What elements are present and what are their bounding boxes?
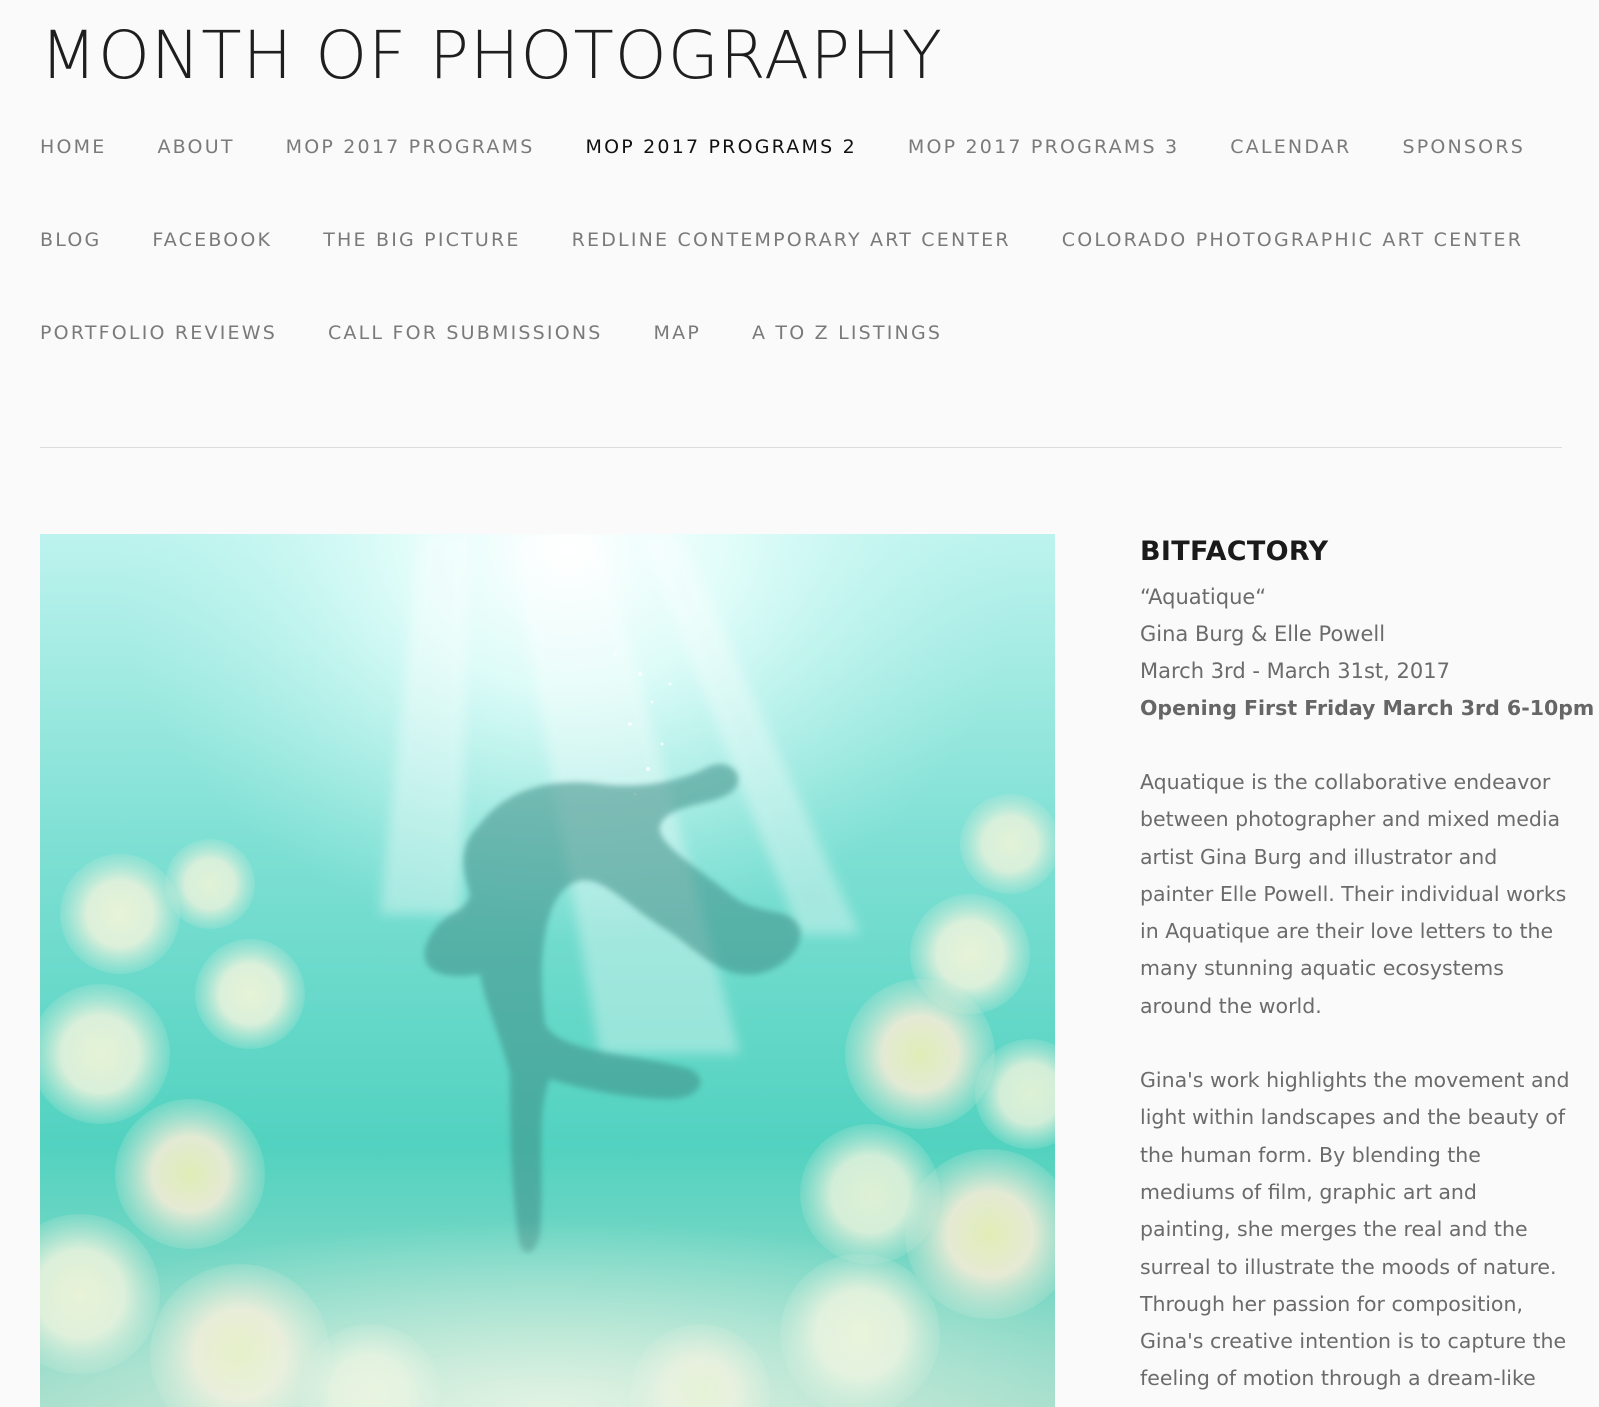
nav-link-sponsors[interactable]: SPONSORS: [1402, 136, 1525, 158]
header-divider: [40, 447, 1562, 448]
nav-link-about[interactable]: ABOUT: [157, 136, 234, 158]
nav-link-home[interactable]: HOME: [40, 136, 106, 158]
event-details: BITFACTORY “Aquatique“ Gina Burg & Elle …: [1140, 533, 1595, 1398]
nav-link-facebook[interactable]: FACEBOOK: [152, 229, 272, 251]
main-navigation: HOME ABOUT MOP 2017 PROGRAMS MOP 2017 PR…: [40, 0, 1570, 360]
event-show-name: “Aquatique“: [1140, 585, 1267, 609]
nav-link-blog[interactable]: BLOG: [40, 229, 101, 251]
event-artists: Gina Burg & Elle Powell: [1140, 622, 1386, 646]
nav-link-calendar[interactable]: CALENDAR: [1230, 136, 1351, 158]
event-dates: March 3rd - March 31st, 2017: [1140, 659, 1450, 683]
event-description-paragraph: Aquatique is the collaborative endeavor …: [1140, 770, 1567, 1018]
nav-link-mop-2017-programs-2[interactable]: MOP 2017 PROGRAMS 2: [585, 136, 856, 158]
nav-link-map[interactable]: MAP: [654, 322, 701, 344]
nav-link-redline[interactable]: REDLINE CONTEMPORARY ART CENTER: [572, 229, 1011, 251]
nav-row-2: BLOG FACEBOOK THE BIG PICTURE REDLINE CO…: [40, 225, 1574, 255]
event-title: BITFACTORY: [1140, 536, 1329, 567]
nav-link-mop-2017-programs[interactable]: MOP 2017 PROGRAMS: [286, 136, 535, 158]
nav-row-3: PORTFOLIO REVIEWS CALL FOR SUBMISSIONS M…: [40, 318, 993, 348]
nav-link-the-big-picture[interactable]: THE BIG PICTURE: [323, 229, 520, 251]
underwater-dancer-photo: [40, 534, 1055, 1407]
nav-link-mop-2017-programs-3[interactable]: MOP 2017 PROGRAMS 3: [908, 136, 1179, 158]
nav-link-colorado-photographic[interactable]: COLORADO PHOTOGRAPHIC ART CENTER: [1062, 229, 1523, 251]
nav-link-a-to-z-listings[interactable]: A TO Z LISTINGS: [752, 322, 942, 344]
event-image: [40, 534, 1055, 1407]
nav-row-1: HOME ABOUT MOP 2017 PROGRAMS MOP 2017 PR…: [40, 132, 1576, 162]
event-opening: Opening First Friday March 3rd 6-10pm: [1140, 696, 1595, 720]
nav-link-call-for-submissions[interactable]: CALL FOR SUBMISSIONS: [328, 322, 603, 344]
nav-link-portfolio-reviews[interactable]: PORTFOLIO REVIEWS: [40, 322, 277, 344]
event-description-paragraph: Gina's work highlights the movement and …: [1140, 1068, 1570, 1391]
